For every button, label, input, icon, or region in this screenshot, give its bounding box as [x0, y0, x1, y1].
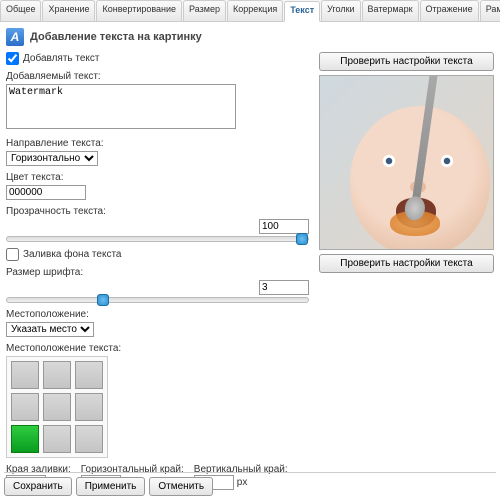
pos-mc[interactable] [43, 393, 71, 421]
pos-tr[interactable] [75, 361, 103, 389]
text-icon: A [6, 28, 24, 46]
text-label: Добавляемый текст: [6, 71, 309, 82]
pos-bc[interactable] [43, 425, 71, 453]
tab-watermark[interactable]: Ватермарк [362, 0, 419, 21]
text-input[interactable]: Watermark [6, 84, 236, 129]
tab-text[interactable]: Текст [284, 1, 320, 22]
opacity-value[interactable] [259, 219, 309, 234]
fontsize-slider[interactable] [6, 297, 309, 303]
save-button[interactable]: Сохранить [4, 477, 72, 496]
bg-fill-checkbox[interactable] [6, 248, 19, 261]
tab-general[interactable]: Общее [0, 0, 41, 21]
direction-select[interactable]: Горизонтально [6, 151, 98, 166]
cancel-button[interactable]: Отменить [149, 477, 213, 496]
opacity-slider[interactable] [6, 236, 309, 242]
add-text-label: Добавлять текст [23, 53, 100, 64]
pos-tc[interactable] [43, 361, 71, 389]
fontsize-value[interactable] [259, 280, 309, 295]
pos-mr[interactable] [75, 393, 103, 421]
tab-storage[interactable]: Хранение [42, 0, 95, 21]
pos-br[interactable] [75, 425, 103, 453]
posgrid-label: Местоположение текста: [6, 343, 309, 354]
pos-bl[interactable] [11, 425, 39, 453]
preview-btn-bottom[interactable]: Проверить настройки текста [319, 254, 494, 273]
bg-fill-label: Заливка фона текста [23, 249, 121, 260]
preview-image [319, 75, 494, 250]
tab-corners[interactable]: Уголки [321, 0, 360, 21]
color-input[interactable] [6, 185, 86, 200]
apply-button[interactable]: Применить [76, 477, 146, 496]
direction-label: Направление текста: [6, 138, 309, 149]
footer: Сохранить Применить Отменить [4, 472, 496, 496]
preview-btn-top[interactable]: Проверить настройки текста [319, 52, 494, 71]
tab-size[interactable]: Размер [183, 0, 226, 21]
position-grid [6, 356, 108, 458]
color-label: Цвет текста: [6, 172, 309, 183]
tab-reflection[interactable]: Отражение [420, 0, 479, 21]
tab-frames[interactable]: Рамки [480, 0, 500, 21]
fontsize-label: Размер шрифта: [6, 267, 309, 278]
opacity-label: Прозрачность текста: [6, 206, 309, 217]
tab-correction[interactable]: Коррекция [227, 0, 283, 21]
section-title: Добавление текста на картинку [30, 31, 202, 43]
position-select[interactable]: Указать место [6, 322, 94, 337]
add-text-checkbox[interactable] [6, 52, 19, 65]
tab-convert[interactable]: Конвертирование [96, 0, 182, 21]
pos-ml[interactable] [11, 393, 39, 421]
position-label: Местоположение: [6, 309, 309, 320]
pos-tl[interactable] [11, 361, 39, 389]
tab-bar: Общее Хранение Конвертирование Размер Ко… [0, 0, 500, 22]
